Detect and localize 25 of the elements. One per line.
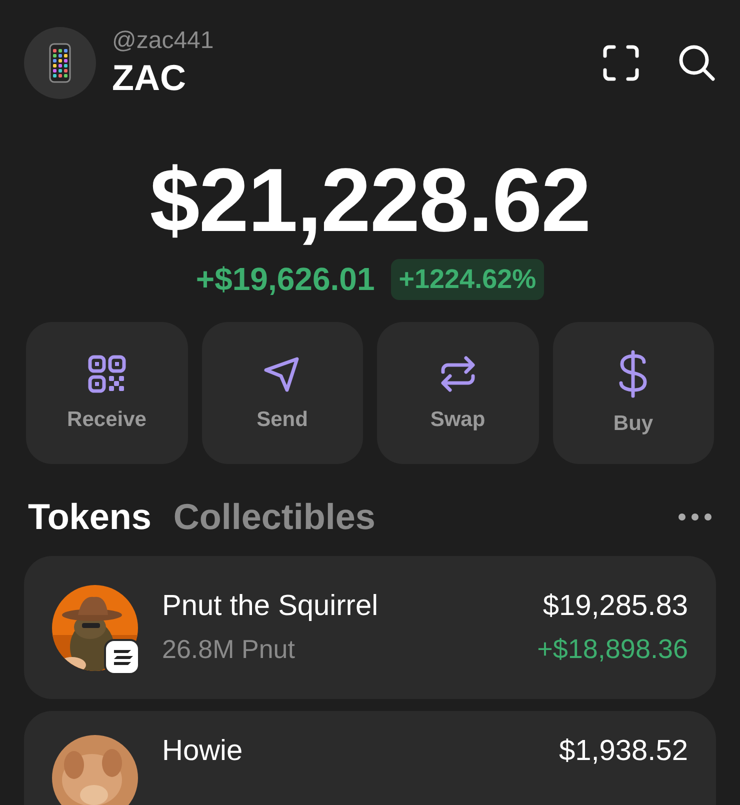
tab[interactable]: Tokens	[28, 496, 152, 538]
token-name: Pnut the Squirrel	[162, 590, 378, 622]
tab[interactable]: Collectibles	[173, 496, 376, 538]
search-icon[interactable]	[678, 44, 716, 82]
account-name: ZAC	[112, 57, 187, 99]
token-card[interactable]: Howie $1,938.52	[24, 711, 716, 805]
qr-code-icon	[86, 354, 127, 394]
token-name: Howie	[162, 735, 243, 767]
token-amount: 26.8M Pnut	[162, 634, 296, 665]
send-button[interactable]: Send	[202, 322, 363, 464]
token-value: $19,285.83	[542, 590, 688, 622]
phone-icon	[49, 43, 71, 83]
scan-icon[interactable]	[602, 44, 640, 82]
username: @zac441	[112, 27, 214, 55]
token-card[interactable]: Pnut the Squirrel 26.8M Pnut $19,285.83 +$18,898.36	[24, 556, 716, 699]
receive-button[interactable]: Receive	[26, 322, 188, 464]
dollar-sign-icon	[617, 350, 650, 398]
token-value: $1,938.52	[558, 735, 688, 767]
more-icon[interactable]	[678, 513, 712, 521]
balance-change: +$19,626.01	[196, 261, 375, 298]
token-change: +$18,898.36	[537, 634, 688, 665]
swap-button[interactable]: Swap	[377, 322, 538, 464]
percent-change-badge: +1224.62%	[390, 259, 544, 300]
total-balance: $21,228.62	[150, 151, 590, 251]
buy-button[interactable]: Buy	[552, 322, 714, 464]
